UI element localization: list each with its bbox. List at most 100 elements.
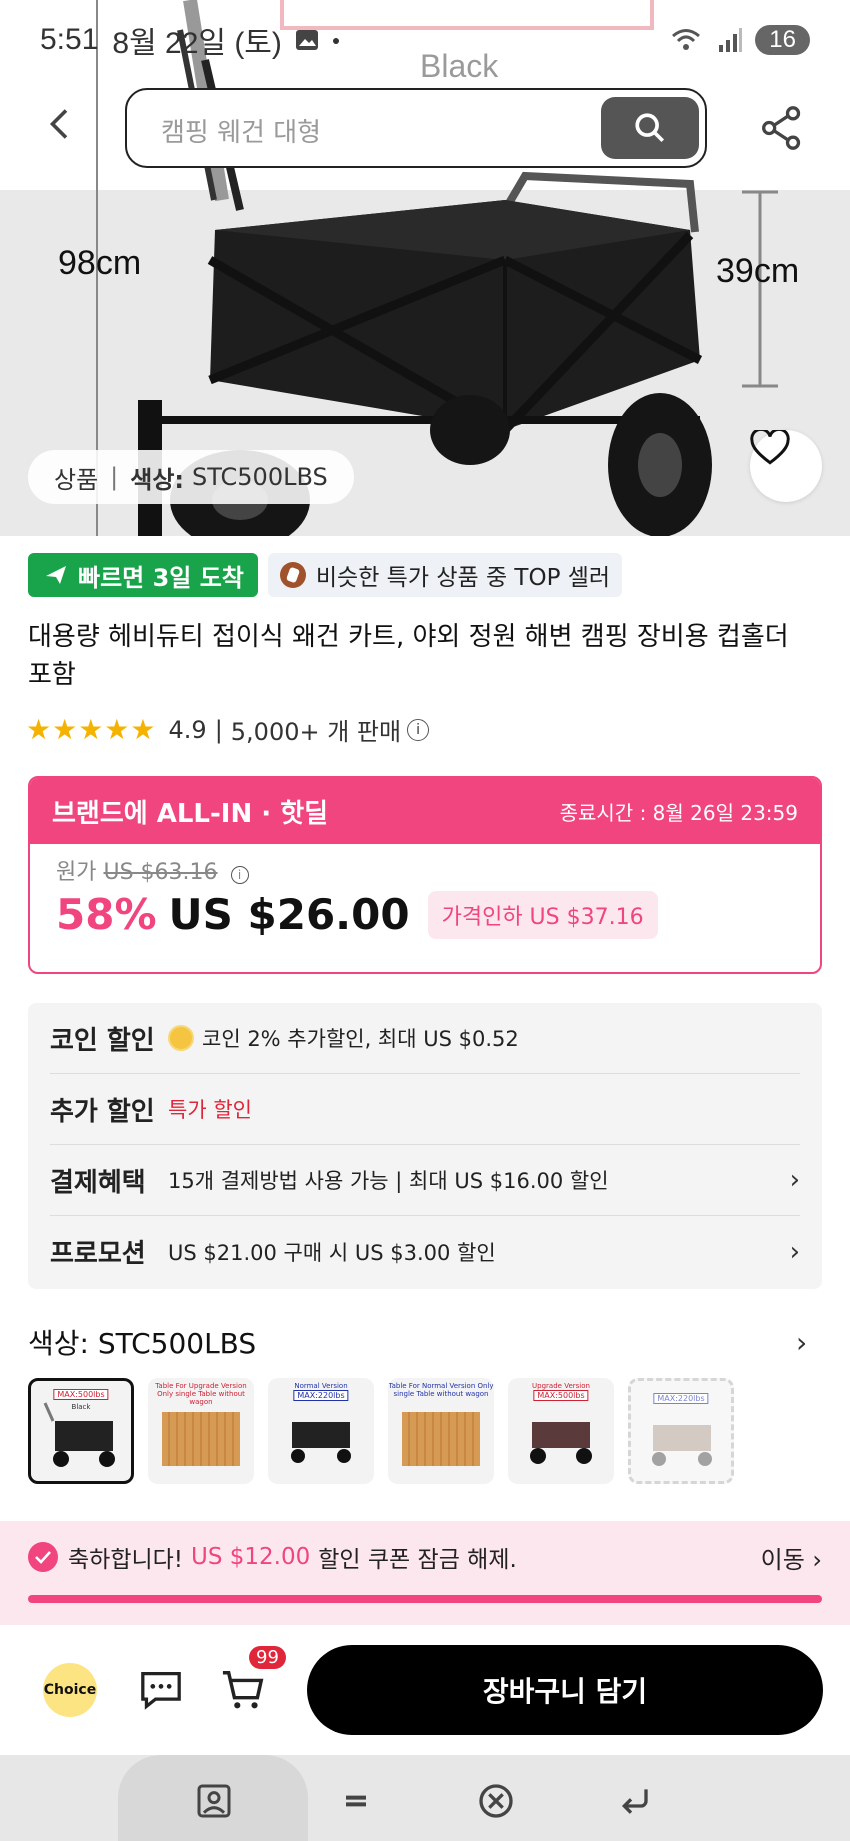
add-to-cart-button[interactable]: 장바구니 담기	[307, 1645, 823, 1735]
table-thumbnail	[402, 1412, 480, 1466]
color-option-black[interactable]: MAX:500lbs Black	[28, 1378, 134, 1484]
battery-indicator: 16	[755, 25, 810, 55]
option-caption: Table For Normal Version Only single Tab…	[388, 1382, 494, 1398]
gallery-icon	[295, 30, 318, 50]
search-input[interactable]: 캠핑 웨건 대형	[161, 112, 321, 149]
message-icon[interactable]	[139, 1670, 183, 1710]
heart-icon	[750, 430, 790, 465]
fast-delivery-badge[interactable]: 빠르면 3일 도착	[28, 553, 258, 597]
menu-icon[interactable]	[336, 1781, 376, 1821]
person-icon[interactable]	[194, 1781, 234, 1821]
breadcrumb-product: 상품	[54, 465, 99, 494]
share-icon[interactable]	[760, 106, 804, 150]
deal-end-time: 종료시간 : 8월 26일 23:59	[559, 800, 798, 825]
payment-benefit-row[interactable]: 결제혜택 15개 결제방법 사용 가능 | 최대 US $16.00 할인 ›	[50, 1145, 800, 1216]
extra-discount-row: 추가 할인 특가 할인	[50, 1074, 800, 1145]
breadcrumb-separator: |	[110, 463, 119, 491]
wishlist-button[interactable]	[750, 430, 822, 502]
system-navigation-bar	[0, 1755, 850, 1841]
breadcrumb-color-label: 색상:	[130, 465, 185, 494]
image-breadcrumb[interactable]: 상품 | 색상: STC500LBS	[28, 450, 354, 504]
breadcrumb-color-value: STC500LBS	[192, 463, 328, 491]
rating-row[interactable]: ★★★★★ 4.9 | 5,000+ 개 판매 i	[26, 712, 430, 747]
promotion-row[interactable]: 프로모션 US $21.00 구매 시 US $3.00 할인 ›	[50, 1216, 800, 1287]
rating-value: 4.9	[168, 715, 207, 744]
check-circle-icon	[28, 1542, 58, 1572]
product-title: 대용량 헤비듀티 접이식 왜건 카트, 야외 정원 해변 캠핑 장비용 컵홀더 …	[28, 622, 789, 690]
chevron-right-icon[interactable]: ›	[796, 1326, 807, 1359]
price-info-icon[interactable]: i	[230, 866, 249, 884]
cart-count-badge: 99	[249, 1646, 286, 1669]
color-option-upgrade-table[interactable]: Table For Upgrade Version Only single Ta…	[148, 1378, 254, 1484]
extra-discount-label: 추가 할인	[50, 1096, 155, 1127]
product-page: { "status_bar": {"time": "5:51", "date":…	[0, 0, 850, 1841]
tag-icon	[279, 562, 306, 588]
coin-discount-row: 코인 할인 코인 2% 추가할인, 최대 US $0.52	[50, 1003, 800, 1074]
status-bar: 5:51 8월 22일 (토) ● 16	[0, 0, 850, 80]
coupon-suffix: 할인 쿠폰 잠금 해제.	[318, 1547, 517, 1573]
original-price: US $63.16	[103, 860, 218, 885]
height-dimension: 98cm	[58, 244, 142, 282]
promotion-label: 프로모션	[50, 1239, 146, 1269]
chevron-right-icon[interactable]: ›	[790, 1237, 800, 1267]
option-caption: Table For Upgrade Version Only single Ta…	[155, 1382, 247, 1406]
color-option-normal[interactable]: Normal Version MAX:220lbs	[268, 1378, 374, 1484]
color-option-normal-table[interactable]: Table For Normal Version Only single Tab…	[388, 1378, 494, 1484]
wagon-thumbnail	[530, 1422, 592, 1464]
search-bar[interactable]: 캠핑 웨건 대형	[125, 88, 707, 168]
payment-benefit-label: 결제혜택	[50, 1167, 146, 1198]
deal-card: 브랜드에 ALL-IN · 핫딜 종료시간 : 8월 26일 23:59 원가 …	[28, 776, 822, 974]
sold-count: 5,000+ 개 판매	[230, 718, 402, 746]
original-price-row: 원가 US $63.16 i	[56, 854, 794, 886]
discount-percent: 58%	[56, 890, 157, 939]
fast-delivery-label: 빠르면 3일 도착	[78, 563, 244, 592]
product-image[interactable]: Black 98cm 39cm 상품 | 색상: STC500LBS	[0, 0, 850, 536]
coupon-banner[interactable]: 축하합니다! US $12.00 할인 쿠폰 잠금 해제. 이동 ›	[0, 1521, 850, 1625]
signal-icon	[719, 28, 743, 52]
top-seller-badge[interactable]: 비슷한 특가 상품 중 TOP 셀러	[267, 553, 623, 597]
bottom-action-bar: Choice 99 장바구니 담기	[0, 1625, 850, 1755]
color-option-unavailable[interactable]: MAX:220lbs	[628, 1378, 734, 1484]
notification-dot-icon: ●	[331, 32, 341, 48]
coupon-go-link[interactable]: 이동 ›	[761, 1540, 822, 1575]
original-price-label: 원가	[56, 860, 97, 885]
coin-discount-label: 코인 할인	[50, 1025, 155, 1056]
close-circle-icon[interactable]	[476, 1781, 516, 1821]
coin-discount-text: 코인 2% 추가할인, 최대 US $0.52	[202, 1027, 519, 1051]
search-icon	[635, 113, 665, 143]
extra-discount-text: 특가 할인	[168, 1098, 252, 1122]
wagon-thumbnail	[291, 1422, 351, 1463]
table-thumbnail	[162, 1412, 240, 1466]
color-option-upgrade[interactable]: Upgrade Version MAX:500lbs	[508, 1378, 614, 1484]
rating-separator: |	[214, 715, 223, 744]
side-height-dimension: 39cm	[716, 252, 800, 290]
coupon-prefix: 축하합니다!	[68, 1547, 184, 1573]
choice-button[interactable]: Choice	[43, 1663, 97, 1717]
info-icon[interactable]: i	[407, 718, 430, 741]
star-rating-icon: ★★★★★	[26, 713, 157, 746]
sale-price: US $26.00	[168, 890, 410, 939]
back-arrow-icon[interactable]	[42, 106, 78, 142]
price-drop-badge: 가격인하 US $37.16	[427, 890, 658, 939]
badge-row: 빠르면 3일 도착 비슷한 특가 상품 중 TOP 셀러	[28, 553, 623, 597]
deal-header: 브랜드에 ALL-IN · 핫딜 종료시간 : 8월 26일 23:59	[30, 778, 820, 844]
color-options: MAX:500lbs Black Table For Upgrade Versi…	[28, 1378, 734, 1484]
wifi-icon	[672, 29, 701, 50]
search-button[interactable]	[601, 97, 699, 159]
benefits-panel: 코인 할인 코인 2% 추가할인, 최대 US $0.52 추가 할인 특가 할…	[28, 1003, 822, 1289]
coin-icon	[168, 1025, 194, 1051]
coupon-amount: US $12.00	[191, 1544, 311, 1570]
payment-benefit-text: 15개 결제방법 사용 가능 | 최대 US $16.00 할인	[168, 1169, 609, 1193]
wagon-thumbnail	[43, 1402, 115, 1467]
back-nav-icon[interactable]	[616, 1781, 656, 1821]
color-selector-title[interactable]: 색상: STC500LBS	[28, 1322, 256, 1362]
cart-icon	[222, 1671, 264, 1709]
airplane-icon	[46, 566, 66, 584]
top-seller-label: 비슷한 특가 상품 중 TOP 셀러	[315, 565, 611, 591]
cart-button[interactable]: 99	[221, 1646, 286, 1712]
promotion-text: US $21.00 구매 시 US $3.00 할인	[168, 1240, 496, 1265]
deal-brand: 브랜드에 ALL-IN · 핫딜	[52, 798, 329, 829]
status-date: 8월 22일 (토)	[112, 27, 282, 60]
status-time: 5:51	[40, 23, 99, 56]
chevron-right-icon[interactable]: ›	[790, 1165, 800, 1195]
